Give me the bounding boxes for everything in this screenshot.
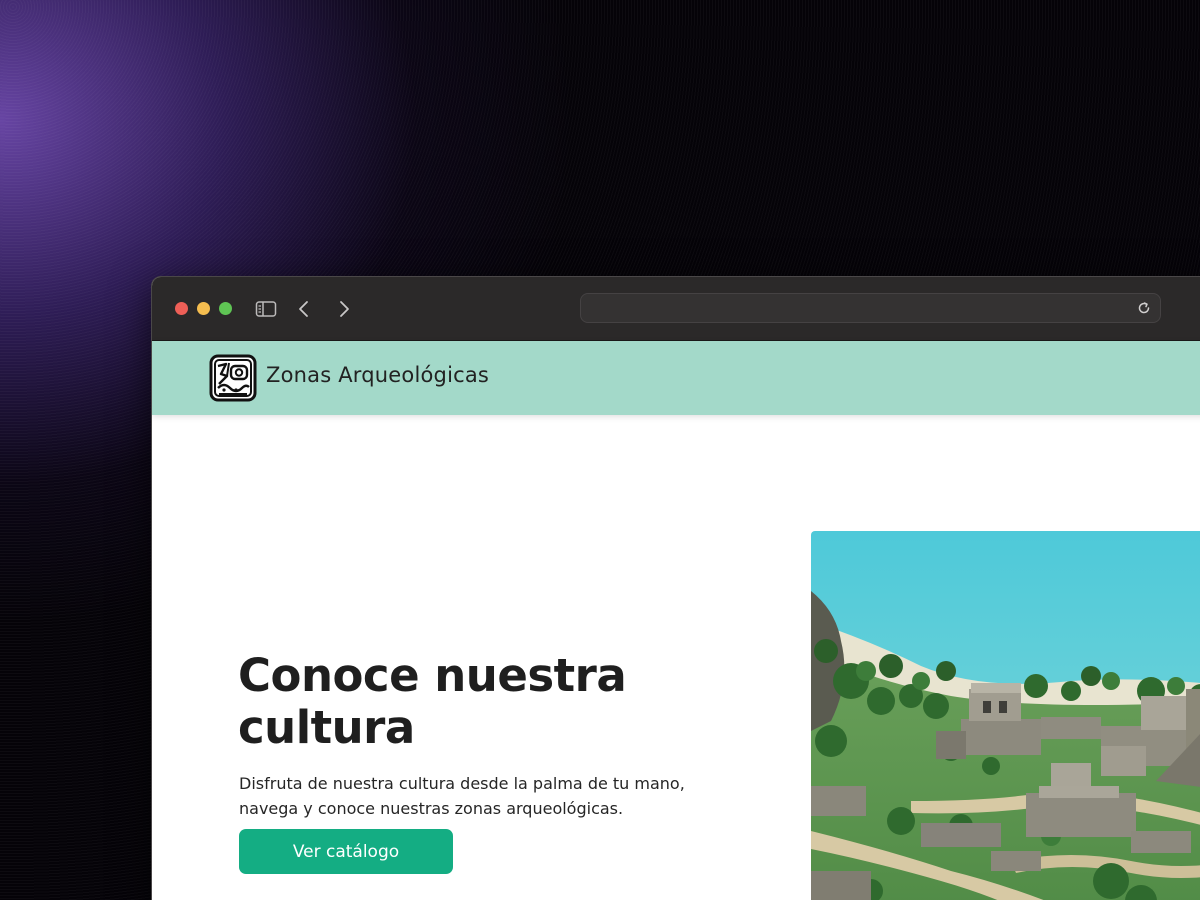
- browser-titlebar: [152, 277, 1200, 341]
- back-arrow-icon[interactable]: [292, 297, 316, 321]
- hero-title: Conoce nuestra cultura: [238, 649, 627, 754]
- hero-description: Disfruta de nuestra cultura desde la pal…: [239, 774, 685, 818]
- reload-icon[interactable]: [1136, 300, 1152, 316]
- address-bar[interactable]: [580, 293, 1161, 323]
- tulum-ruins-photo: [811, 531, 1200, 900]
- sidebar-toggle-icon[interactable]: [254, 297, 278, 321]
- forward-arrow-icon[interactable]: [332, 297, 356, 321]
- minimize-window-button[interactable]: [197, 302, 210, 315]
- maya-glyph-icon[interactable]: [209, 354, 257, 402]
- site-brand-name[interactable]: Zonas Arqueológicas: [266, 363, 489, 387]
- zoom-window-button[interactable]: [219, 302, 232, 315]
- close-window-button[interactable]: [175, 302, 188, 315]
- view-catalog-button[interactable]: Ver catálogo: [239, 829, 453, 874]
- site-navbar: Zonas Arqueológicas: [152, 341, 1200, 415]
- browser-window: Zonas Arqueológicas Conoce nuestra cultu…: [151, 276, 1200, 900]
